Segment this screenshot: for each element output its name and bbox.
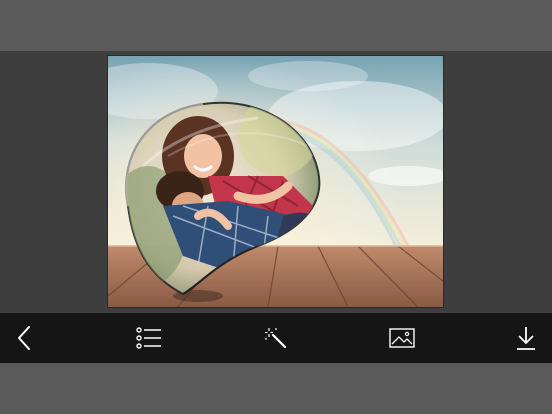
image-icon xyxy=(389,328,415,348)
couple-in-bubble-frame-image xyxy=(108,56,443,307)
download-icon xyxy=(517,327,535,350)
gallery-button[interactable] xyxy=(380,313,424,363)
list-icon xyxy=(136,327,161,349)
bottom-bar xyxy=(0,363,552,414)
photo-editor-app xyxy=(0,0,552,414)
back-button[interactable] xyxy=(2,313,46,363)
frames-list-button[interactable] xyxy=(127,313,171,363)
back-arrow-icon xyxy=(18,326,30,350)
effects-button[interactable] xyxy=(254,313,298,363)
bottom-toolbar xyxy=(0,313,552,363)
top-bar xyxy=(0,0,552,51)
photo-canvas[interactable] xyxy=(108,56,443,307)
magic-wand-icon xyxy=(265,328,287,349)
save-download-button[interactable] xyxy=(504,313,548,363)
